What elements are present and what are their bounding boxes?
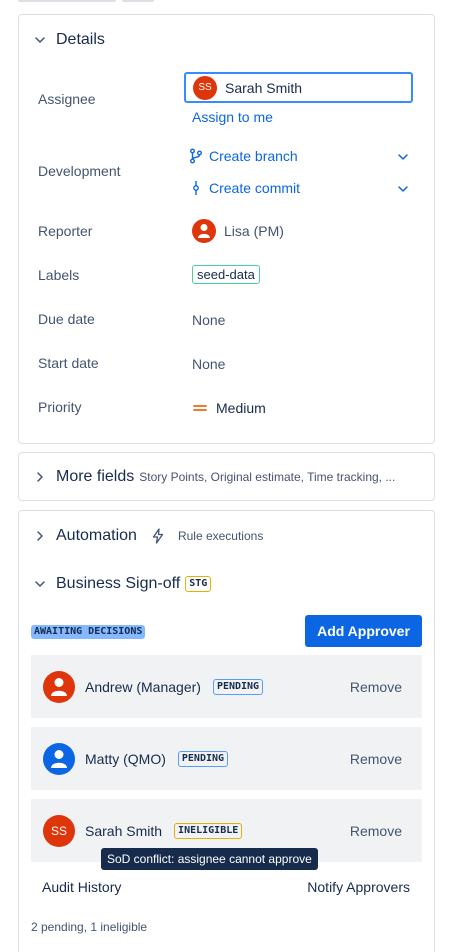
start-date-value[interactable]: None bbox=[192, 356, 225, 372]
person-avatar-icon bbox=[192, 219, 216, 243]
reporter-value[interactable]: Lisa (PM) bbox=[192, 219, 284, 243]
labels-value[interactable]: seed-data bbox=[192, 265, 260, 284]
approver-row: Matty (QMO) PENDING Remove bbox=[31, 727, 422, 790]
chevron-down-icon bbox=[397, 182, 409, 198]
signoff-header[interactable]: Business Sign-off STG bbox=[19, 559, 212, 609]
lightning-icon bbox=[151, 528, 165, 544]
person-avatar-icon bbox=[43, 742, 75, 775]
assignee-value: Sarah Smith bbox=[225, 79, 303, 96]
automation-panel: Automation Rule executions Business Sign… bbox=[18, 510, 435, 952]
chevron-down-icon bbox=[397, 150, 409, 166]
add-approver-button[interactable]: Add Approver bbox=[305, 615, 422, 647]
assign-to-me-link[interactable]: Assign to me bbox=[192, 109, 273, 125]
more-fields-title: More fields bbox=[56, 467, 135, 485]
priority-value[interactable]: Medium bbox=[192, 400, 266, 416]
more-fields-summary: Story Points, Original estimate, Time tr… bbox=[139, 469, 396, 484]
remove-button[interactable]: Remove bbox=[350, 823, 402, 839]
priority-text: Medium bbox=[216, 400, 266, 416]
avatar: SS bbox=[193, 75, 217, 100]
details-panel: Details Assignee SS Sarah Smith Assign t… bbox=[18, 14, 435, 444]
reporter-label: Reporter bbox=[38, 223, 93, 239]
approver-name: Andrew (Manager) bbox=[85, 678, 201, 695]
label-tag[interactable]: seed-data bbox=[192, 265, 260, 284]
audit-history-link[interactable]: Audit History bbox=[42, 879, 121, 895]
details-title: Details bbox=[56, 31, 105, 48]
assignee-field[interactable]: SS Sarah Smith bbox=[184, 72, 413, 103]
priority-label: Priority bbox=[38, 399, 82, 415]
priority-medium-icon bbox=[192, 400, 208, 416]
signoff-summary: 2 pending, 1 ineligible bbox=[31, 920, 148, 934]
person-avatar-icon bbox=[43, 670, 75, 703]
due-date-text: None bbox=[192, 312, 226, 328]
chevron-right-icon bbox=[33, 470, 47, 484]
chevron-down-icon bbox=[33, 33, 47, 47]
sod-tooltip: SoD conflict: assignee cannot approve bbox=[101, 848, 318, 870]
due-date-value[interactable]: None bbox=[192, 312, 225, 328]
approver-name: Sarah Smith bbox=[85, 822, 163, 839]
notify-approvers-link[interactable]: Notify Approvers bbox=[307, 879, 410, 895]
create-branch-button[interactable]: Create branch bbox=[189, 146, 413, 166]
top-stub-right bbox=[122, 0, 154, 2]
assignee-label: Assignee bbox=[38, 91, 96, 107]
remove-button[interactable]: Remove bbox=[350, 751, 402, 767]
commit-icon bbox=[189, 180, 203, 196]
create-commit-label: Create commit bbox=[209, 180, 301, 196]
automation-subtitle: Rule executions bbox=[177, 529, 264, 543]
details-header[interactable]: Details bbox=[19, 15, 434, 65]
start-date-label: Start date bbox=[38, 355, 99, 371]
automation-header[interactable]: Automation Rule executions bbox=[19, 511, 434, 561]
ineligible-badge: INELIGIBLE bbox=[174, 822, 243, 839]
pending-badge: PENDING bbox=[177, 750, 229, 767]
more-fields-header[interactable]: More fields Story Points, Original estim… bbox=[19, 453, 434, 500]
create-commit-button[interactable]: Create commit bbox=[189, 178, 413, 198]
remove-button[interactable]: Remove bbox=[350, 679, 402, 695]
development-label: Development bbox=[38, 163, 121, 179]
create-branch-label: Create branch bbox=[209, 148, 298, 164]
signoff-title: Business Sign-off bbox=[56, 575, 181, 592]
status-badge: AWAITING DECISIONS bbox=[31, 625, 146, 639]
more-fields-panel[interactable]: More fields Story Points, Original estim… bbox=[18, 452, 435, 501]
pending-badge: PENDING bbox=[212, 678, 264, 695]
reporter-name: Lisa (PM) bbox=[224, 223, 284, 239]
start-date-text: None bbox=[192, 356, 226, 372]
branch-icon bbox=[189, 148, 203, 164]
approver-name: Matty (QMO) bbox=[85, 750, 166, 767]
labels-label: Labels bbox=[38, 267, 80, 283]
avatar: SS bbox=[43, 814, 75, 847]
chevron-right-icon bbox=[33, 529, 47, 543]
chevron-down-icon bbox=[33, 577, 47, 591]
top-stub-left bbox=[18, 0, 116, 2]
env-badge: STG bbox=[185, 576, 212, 592]
automation-title: Automation bbox=[56, 527, 137, 544]
due-date-label: Due date bbox=[38, 311, 95, 327]
approver-row: Andrew (Manager) PENDING Remove bbox=[31, 655, 422, 718]
